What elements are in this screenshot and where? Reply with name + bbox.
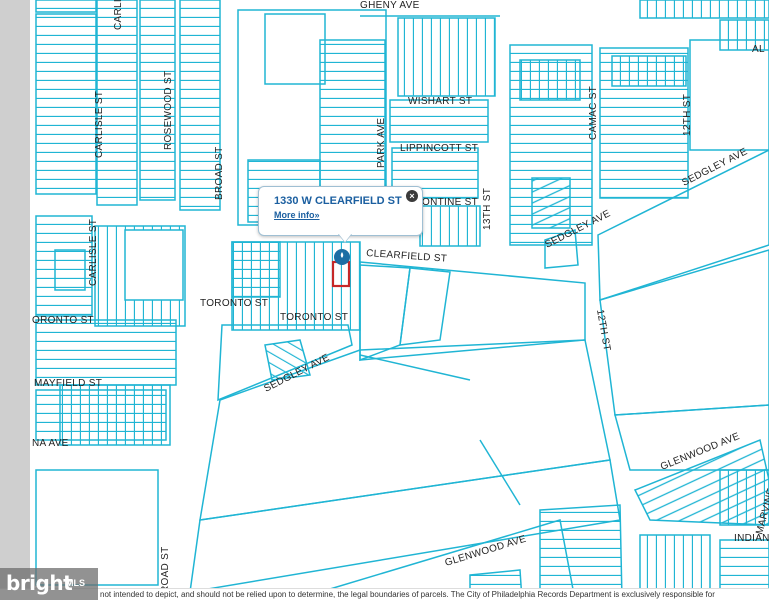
street-label-mayfield-st: MAYFIELD ST: [34, 378, 102, 389]
street-label-na-ave: NA AVE: [32, 438, 69, 449]
close-icon[interactable]: ×: [406, 190, 418, 202]
watermark-brand: bright: [6, 571, 73, 595]
street-label-toronto-st-a: TORONTO ST: [200, 298, 268, 309]
street-label-carlisle-st-west: CARLISLE ST: [88, 219, 99, 286]
street-label-sedgley-ave-ne: SEDGLEY AVE: [680, 146, 749, 188]
street-label-rosewood-st: ROSEWOOD ST: [163, 71, 174, 150]
popup-pointer: [338, 233, 352, 242]
street-label-lippincott-st: LIPPINCOTT ST: [400, 143, 478, 154]
street-label-top-ave: GHENY AVE: [360, 0, 420, 11]
street-label-12th-st-north: 12TH ST: [682, 94, 693, 136]
street-label-carlisle-st-north: CARLISLE ST: [94, 91, 105, 158]
street-label-wishart-st: WISHART ST: [408, 96, 472, 107]
street-label-toronto-st-b: TORONTO ST: [280, 312, 348, 323]
watermark-sub: MLS: [66, 578, 85, 588]
parcel-map[interactable]: BROAD ST BROAD ST CARLISLE ST CARLISLE S…: [0, 0, 769, 600]
street-label-13th-st: 13TH ST: [482, 188, 493, 230]
popup-address-title: 1330 W CLEARFIELD ST: [274, 195, 402, 207]
street-label-park-ave: PARK AVE: [376, 118, 387, 168]
street-label-ontine-st: ONTINE ST: [422, 197, 478, 208]
street-label-carlisle-st-top: CARLI: [113, 0, 124, 30]
footer-bar: not intended to depict, and should not b…: [0, 588, 769, 600]
map-edge: [0, 0, 30, 600]
street-label-12th-st-south: 12TH ST: [594, 309, 612, 352]
map-pin-icon[interactable]: [334, 249, 350, 265]
street-label-indiana: INDIANA: [734, 533, 769, 544]
street-label-camac-st: CAMAC ST: [588, 86, 599, 140]
parcel-blocks: [35, 0, 769, 600]
address-popup: 1330 W CLEARFIELD ST More info» ×: [258, 186, 423, 236]
more-info-link[interactable]: More info»: [274, 210, 320, 220]
brightmls-logo: bright MLS: [0, 568, 98, 600]
street-label-clearfield-st: CLEARFIELD ST: [366, 248, 448, 265]
disclaimer-text: not intended to depict, and should not b…: [100, 590, 715, 599]
street-label-toronto-st-c: ORONTO ST: [32, 315, 94, 326]
street-label-all-partial: AL: [752, 44, 765, 55]
street-label-broad-st-north: BROAD ST: [214, 146, 225, 200]
